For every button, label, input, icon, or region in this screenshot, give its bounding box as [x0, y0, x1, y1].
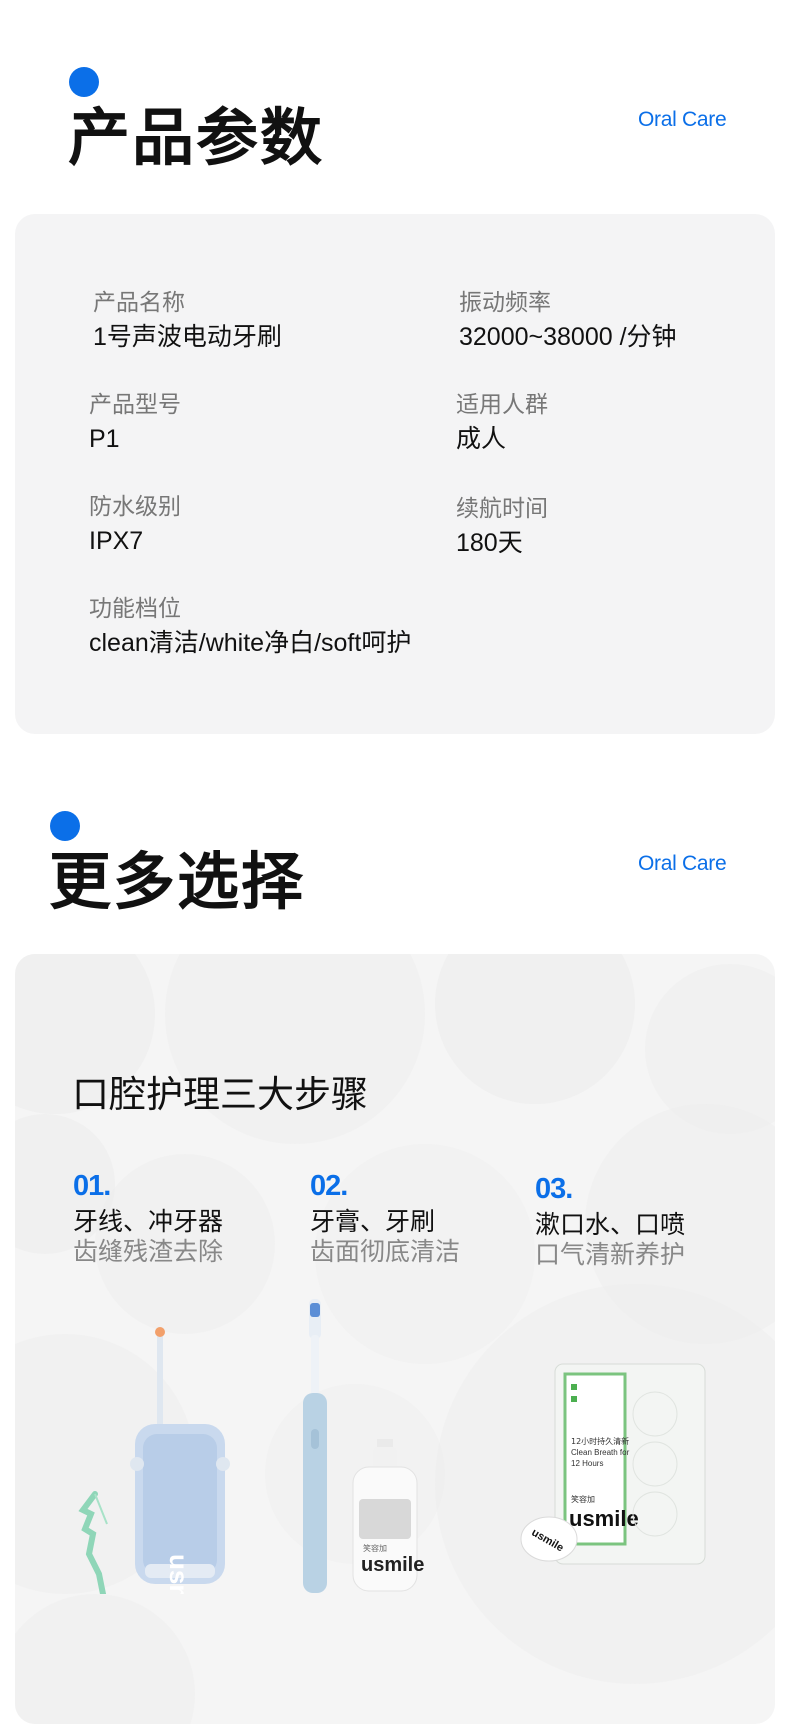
- mouthwash-text: 12小时持久清新: [571, 1436, 629, 1446]
- mouthwash-text: Clean Breath for: [571, 1448, 630, 1457]
- spec-vibration: 振动频率 32000~38000 /分钟: [459, 292, 677, 350]
- mouthwash-brand: usmile: [569, 1506, 639, 1531]
- spec-value: IPX7: [89, 527, 144, 555]
- step-2: 02. 牙膏、牙刷 齿面彻底清洁: [310, 1172, 460, 1267]
- spec-modes: 功能档位 clean清洁/white净白/soft呵护: [89, 598, 411, 656]
- step-1: 01. 牙线、冲牙器 齿缝残渣去除: [73, 1172, 223, 1267]
- step-subtitle: 口气清新养护: [535, 1240, 686, 1269]
- toothpaste-subbrand: 笑容加: [363, 1543, 387, 1553]
- spec-value: 成人: [456, 425, 507, 453]
- section-title-more: 更多选择: [49, 845, 306, 918]
- step-subtitle: 齿缝残渣去除: [73, 1237, 224, 1266]
- brand-label: Oral Care: [638, 108, 727, 131]
- spec-waterproof: 防水级别 IPX7: [89, 496, 181, 554]
- background-bubble: [435, 954, 635, 1104]
- spec-battery: 续航时间 180天: [456, 498, 548, 556]
- mouthwash-leaf-icon: [571, 1384, 577, 1390]
- spec-value: 32000~38000 /分钟: [459, 323, 677, 351]
- brush-button: [311, 1429, 319, 1449]
- more-options-card: 口腔护理三大步骤 01. 牙线、冲牙器 齿缝残渣去除 02. 牙膏、牙刷 齿面彻…: [15, 954, 775, 1724]
- spec-audience: 适用人群 成人: [456, 394, 548, 452]
- spec-model: 产品型号 P1: [89, 394, 181, 452]
- spec-value: clean清洁/white净白/soft呵护: [89, 629, 412, 657]
- mouthwash-box-image: 12小时持久清新 Clean Breath for 12 Hours 笑容加 u…: [520, 1363, 706, 1565]
- flosser-button: [216, 1457, 230, 1471]
- step-number: 03.: [535, 1173, 573, 1205]
- spec-label: 产品型号: [89, 392, 181, 418]
- mouthwash-text: 12 Hours: [571, 1459, 603, 1468]
- step-3: 03. 漱口水、口喷 口气清新养护: [535, 1175, 685, 1270]
- spec-value: P1: [89, 425, 120, 453]
- toothpaste-brand: usmile: [361, 1554, 424, 1576]
- step-subtitle: 齿面彻底清洁: [310, 1237, 461, 1266]
- spec-label: 振动频率: [459, 290, 551, 316]
- step-title: 牙线、冲牙器: [73, 1207, 224, 1236]
- section-title-specs: 产品参数: [68, 101, 325, 174]
- brand-label: Oral Care: [638, 852, 727, 875]
- toothbrush-toothpaste-image: 笑容加 usmile: [303, 1299, 424, 1593]
- toothpaste-label: [359, 1499, 411, 1539]
- section-dot-icon: [69, 67, 99, 97]
- irrigator-brand: usmile: [164, 1554, 194, 1594]
- spec-label: 产品名称: [93, 290, 185, 316]
- background-bubble: [15, 1594, 195, 1724]
- brush-handle: [303, 1393, 327, 1593]
- step-title: 牙膏、牙刷: [310, 1207, 436, 1236]
- spec-product-name: 产品名称 1号声波电动牙刷: [93, 292, 282, 350]
- step-number: 01.: [73, 1170, 111, 1202]
- more-heading: 口腔护理三大步骤: [72, 1073, 368, 1116]
- spec-label: 防水级别: [89, 494, 181, 520]
- flosser-button: [130, 1457, 144, 1471]
- spec-card: 产品名称 1号声波电动牙刷 振动频率 32000~38000 /分钟 产品型号 …: [15, 214, 775, 734]
- nozzle-tip: [155, 1327, 165, 1337]
- brush-bristles: [310, 1303, 320, 1317]
- section-dot-icon: [50, 811, 80, 841]
- flosser-panel: [143, 1434, 217, 1574]
- nozzle-shape: [157, 1334, 163, 1434]
- spec-label: 续航时间: [456, 496, 548, 522]
- spec-value: 180天: [456, 529, 523, 557]
- water-flosser-image: usmile: [78, 1327, 230, 1594]
- spec-label: 功能档位: [89, 596, 181, 622]
- step-title: 漱口水、口喷: [535, 1210, 686, 1239]
- mouthwash-leaf-icon: [571, 1396, 577, 1402]
- spec-value: 1号声波电动牙刷: [93, 323, 282, 351]
- spec-label: 适用人群: [456, 392, 548, 418]
- mouthwash-subbrand: 笑容加: [571, 1494, 595, 1504]
- pump-head: [373, 1447, 397, 1469]
- floss-pick-icon: [78, 1491, 108, 1594]
- brush-neck: [311, 1335, 319, 1395]
- step-number: 02.: [310, 1170, 348, 1202]
